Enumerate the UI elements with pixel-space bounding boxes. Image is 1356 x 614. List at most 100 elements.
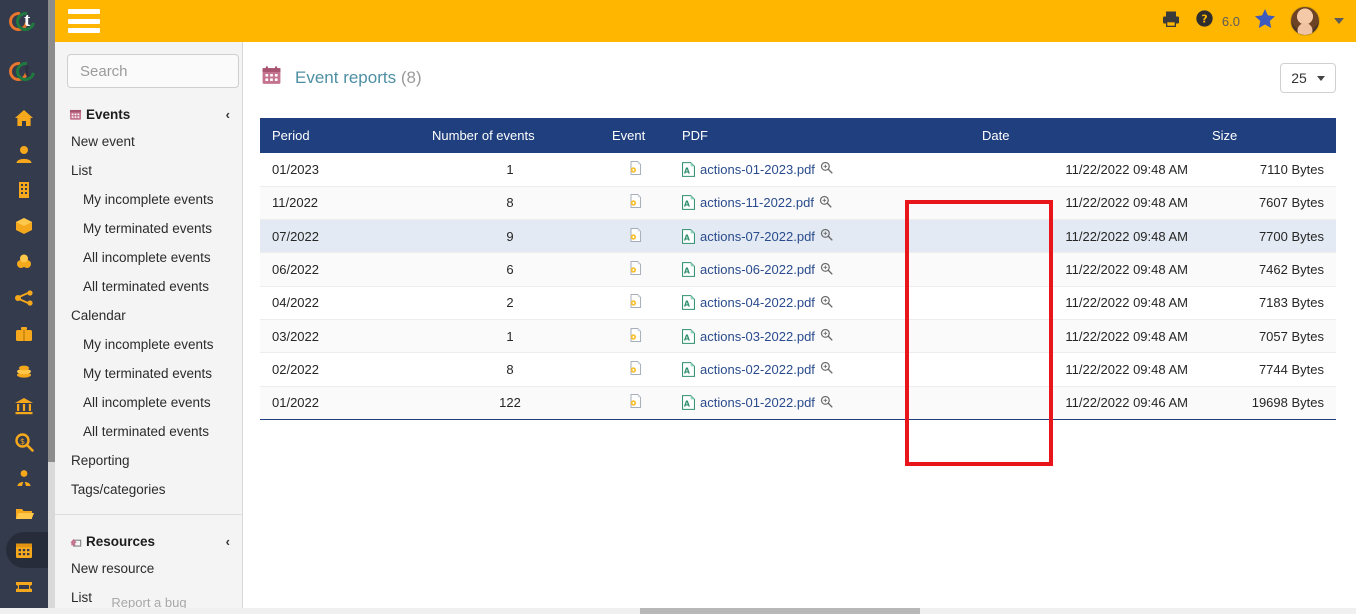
rail-item-stock[interactable] [0, 244, 48, 280]
rail-item-companies[interactable] [0, 172, 48, 208]
event-report-icon [630, 394, 642, 409]
magnifier-icon [820, 229, 833, 241]
pdf-preview-magnifier-icon[interactable] [820, 262, 833, 278]
menu-item-new-event[interactable]: New event [55, 127, 242, 156]
menu-item-calendar-my-incomplete-events[interactable]: My incomplete events [55, 330, 242, 359]
menu-header-resources[interactable]: Resources ‹ [55, 529, 242, 554]
column-header-size[interactable]: Size [1200, 118, 1336, 153]
pdf-preview-magnifier-icon[interactable] [820, 328, 833, 344]
help-icon[interactable]: ? [1195, 9, 1214, 33]
pdf-preview-magnifier-icon[interactable] [820, 161, 833, 177]
rail-item-products[interactable] [0, 208, 48, 244]
menu-item-list-my-incomplete-events[interactable]: My incomplete events [55, 185, 242, 214]
cell-period: 04/2022 [260, 286, 420, 320]
table-row[interactable]: 04/2022 2 Aactions-04-2022.pdf 11/22/2022 0… [260, 286, 1336, 320]
collapse-chevron-icon[interactable]: ‹ [226, 107, 230, 122]
resources-icon [69, 535, 82, 548]
cell-event[interactable] [600, 186, 670, 221]
chevron-down-icon[interactable] [1334, 18, 1344, 24]
pdf-preview-magnifier-icon[interactable] [820, 228, 833, 244]
horizontal-scrollbar-thumb[interactable] [640, 608, 920, 614]
pdf-link[interactable]: actions-07-2022.pdf [700, 229, 815, 244]
column-header-event[interactable]: Event [600, 118, 670, 153]
menu-toggle-button[interactable] [68, 9, 100, 33]
pdf-link[interactable]: actions-04-2022.pdf [700, 295, 815, 310]
pdf-preview-magnifier-icon[interactable] [820, 395, 833, 411]
stock-icon [17, 254, 31, 268]
pdf-preview-magnifier-icon[interactable] [819, 195, 832, 211]
print-icon[interactable] [1161, 9, 1181, 34]
table-row[interactable]: 02/2022 8 Aactions-02-2022.pdf 11/22/2022 0… [260, 352, 1336, 387]
calendar-icon [69, 108, 82, 121]
column-header-period[interactable]: Period [260, 118, 420, 153]
rail-item-home[interactable] [0, 100, 48, 136]
app-logo-secondary[interactable]: t [0, 44, 48, 100]
search-box[interactable] [67, 54, 289, 88]
table-header-row: Period Number of events Event PDF Date S… [260, 118, 1336, 153]
menu-item-reporting[interactable]: Reporting [55, 446, 242, 475]
event-report-icon [630, 261, 642, 275]
menu-item-list[interactable]: List [55, 156, 242, 185]
menu-item-calendar-all-incomplete-events[interactable]: All incomplete events [55, 388, 242, 417]
cell-event[interactable] [600, 319, 670, 354]
cell-event[interactable] [600, 286, 670, 320]
pdf-link[interactable]: actions-06-2022.pdf [700, 262, 815, 277]
cell-event[interactable] [600, 153, 670, 187]
column-header-date[interactable]: Date [970, 118, 1200, 153]
table-row[interactable]: 01/2023 1 Aactions-01-2023.pdf 11/22/2022 0… [260, 153, 1336, 187]
cell-event[interactable] [600, 386, 670, 420]
menu-item-tags-categories[interactable]: Tags/categories [55, 475, 242, 504]
rail-scrollbar-thumb[interactable] [48, 0, 55, 462]
pdf-link[interactable]: actions-02-2022.pdf [700, 362, 815, 377]
rail-item-billing[interactable] [0, 352, 48, 388]
cell-event[interactable] [600, 352, 670, 387]
rail-item-commercial[interactable] [0, 316, 48, 352]
table-row[interactable]: 01/2022 122 Aactions-01-2022.pdf 11/22/2022… [260, 386, 1336, 420]
menu-item-list-all-terminated-events[interactable]: All terminated events [55, 272, 242, 301]
rail-item-hrm[interactable] [0, 460, 48, 496]
collapse-chevron-icon-resources[interactable]: ‹ [226, 534, 230, 549]
cell-event[interactable] [600, 219, 670, 254]
logo-letter: t [24, 10, 31, 31]
table-row[interactable]: 06/2022 6 Aactions-06-2022.pdf 11/22/2022 0… [260, 252, 1336, 287]
pdf-preview-magnifier-icon[interactable] [820, 361, 833, 377]
menu-item-new-resource[interactable]: New resource [55, 554, 242, 583]
table-row[interactable]: 03/2022 1 Aactions-03-2022.pdf 11/22/2022 0… [260, 319, 1336, 354]
workflow-icon [15, 290, 33, 306]
app-logo[interactable]: t [0, 0, 48, 44]
top-bar: ? 6.0 [55, 0, 1356, 42]
avatar[interactable] [1290, 6, 1320, 36]
cell-date: 11/22/2022 09:48 AM [970, 219, 1200, 254]
hamburger-line-2 [68, 18, 100, 24]
pdf-link[interactable]: actions-01-2023.pdf [700, 162, 815, 177]
pdf-preview-magnifier-icon[interactable] [820, 295, 833, 311]
pdf-link[interactable]: actions-11-2022.pdf [700, 195, 814, 210]
menu-item-list-all-incomplete-events[interactable]: All incomplete events [55, 243, 242, 272]
rail-item-accounting[interactable]: $ [0, 424, 48, 460]
rail-item-agenda[interactable] [0, 532, 54, 568]
cell-event[interactable] [600, 252, 670, 287]
column-header-number-of-events[interactable]: Number of events [420, 118, 600, 153]
rail-item-documents[interactable] [0, 496, 48, 532]
event-report-icon [630, 161, 642, 175]
favorites-star-icon[interactable] [1254, 8, 1276, 34]
table-row[interactable]: 07/2022 9 Aactions-07-2022.pdf 11/22/2022 0… [260, 219, 1336, 254]
menu-item-calendar[interactable]: Calendar [55, 301, 242, 330]
rail-item-workflow[interactable] [0, 280, 48, 316]
rail-item-contacts[interactable] [0, 136, 48, 172]
table-row[interactable]: 11/2022 8 Aactions-11-2022.pdf 11/22/2022 0… [260, 186, 1336, 221]
rail-item-tickets[interactable] [0, 568, 48, 604]
pdf-link[interactable]: actions-01-2022.pdf [700, 395, 815, 410]
rail-scrollbar[interactable] [48, 0, 55, 614]
horizontal-scrollbar[interactable] [0, 608, 1356, 614]
page-size-select[interactable]: 25 [1280, 63, 1336, 93]
cell-number-of-events: 122 [420, 386, 600, 420]
cell-period: 06/2022 [260, 252, 420, 287]
pdf-link[interactable]: actions-03-2022.pdf [700, 329, 815, 344]
menu-item-calendar-all-terminated-events[interactable]: All terminated events [55, 417, 242, 446]
rail-item-bank[interactable] [0, 388, 48, 424]
column-header-pdf[interactable]: PDF [670, 118, 970, 153]
menu-item-calendar-my-terminated-events[interactable]: My terminated events [55, 359, 242, 388]
menu-header-events[interactable]: Events ‹ [55, 102, 242, 127]
menu-item-list-my-terminated-events[interactable]: My terminated events [55, 214, 242, 243]
